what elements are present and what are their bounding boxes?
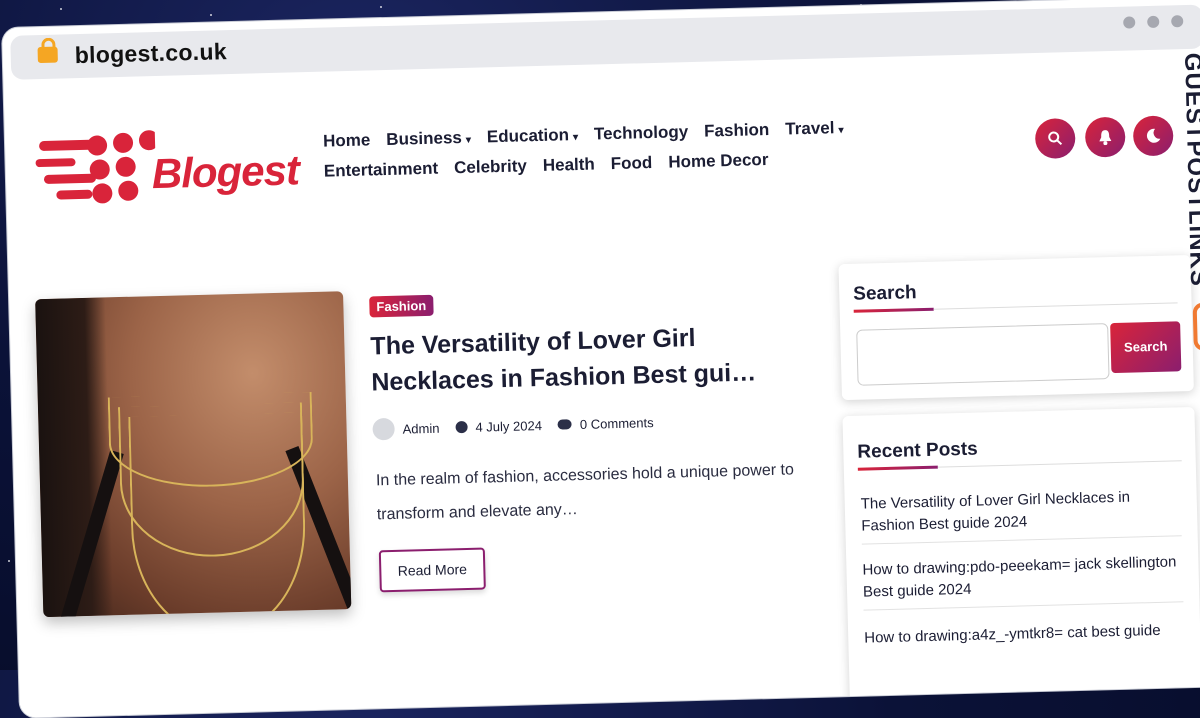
nav-item-fashion[interactable]: Fashion [704, 120, 770, 142]
nav-item-label: Technology [593, 122, 689, 144]
nav-item-home-decor[interactable]: Home Decor [668, 150, 769, 173]
comments-icon [557, 419, 573, 430]
nav-item-label: Education [486, 125, 570, 147]
search-input[interactable] [856, 323, 1110, 386]
post-category-badge[interactable]: Fashion [369, 294, 434, 318]
post-comments[interactable]: 0 Comments [580, 415, 654, 432]
nav-item-label: Celebrity [453, 156, 528, 178]
chain-link-icon [1192, 302, 1200, 351]
nav-row: Entertainment Celebrity Health Food Home Dec… [324, 147, 884, 182]
read-more-button[interactable]: Read More [378, 547, 486, 593]
lock-icon [37, 46, 58, 64]
notification-button[interactable] [1084, 116, 1126, 158]
nav-item-travel[interactable]: Travel ▾ [785, 118, 844, 140]
post-title[interactable]: The Versatility of Lover Girl Necklaces … [370, 317, 812, 400]
nav-item-label: Fashion [703, 119, 770, 141]
nav-item-label: Travel [785, 118, 835, 139]
nav-row: Home Business ▾ Education ▾ Technology Fashion… [323, 117, 883, 152]
chevron-down-icon: ▾ [572, 131, 579, 144]
moon-icon [1146, 128, 1161, 143]
search-widget-heading: Search [852, 282, 917, 305]
nav-item-health[interactable]: Health [543, 155, 595, 176]
post-date[interactable]: 4 July 2024 [475, 418, 542, 435]
site-logo[interactable]: Blogest [35, 124, 300, 211]
post-author[interactable]: Admin [402, 420, 439, 436]
nav-item-technology[interactable]: Technology [594, 122, 689, 144]
nav-item-label: Home [322, 130, 371, 151]
window-controls [1123, 15, 1184, 29]
nav-item-label: Home Decor [668, 149, 769, 172]
logo-text: Blogest [151, 146, 300, 198]
recent-post-link[interactable]: The Versatility of Lover Girl Necklaces … [860, 485, 1181, 537]
bell-icon [1099, 130, 1112, 146]
watermark-text: GUESTPOSTLINKS [1179, 52, 1200, 288]
nav-item-celebrity[interactable]: Celebrity [454, 156, 527, 178]
url-text[interactable]: blogest.co.uk [74, 38, 227, 69]
address-bar[interactable]: blogest.co.uk [10, 4, 1200, 80]
clock-icon [455, 420, 468, 434]
main-nav: Home Business ▾ Education ▾ Technology Fashion… [323, 117, 884, 192]
search-widget: Search Search [838, 254, 1194, 401]
post-excerpt: In the realm of fashion, accessories hol… [375, 461, 795, 524]
nav-item-label: Health [542, 154, 596, 175]
nav-item-business[interactable]: Business ▾ [386, 128, 471, 150]
post-thumbnail[interactable] [35, 291, 352, 618]
search-button[interactable] [1034, 117, 1076, 159]
search-icon [1048, 131, 1063, 146]
author-avatar [372, 417, 395, 441]
nav-item-home[interactable]: Home [323, 130, 371, 151]
nav-item-food[interactable]: Food [611, 153, 653, 174]
theme-toggle-button[interactable] [1132, 115, 1174, 157]
browser-window: blogest.co.uk Blogest Home Business ▾ Educa… [2, 0, 1200, 718]
chevron-down-icon: ▾ [838, 125, 844, 137]
nav-item-label: Business [386, 128, 463, 149]
recent-posts-heading: Recent Posts [857, 438, 979, 463]
recent-post-link[interactable]: How to drawing:a4z_-ymtkr8= cat best gui… [864, 619, 1184, 649]
nav-item-label: Food [610, 153, 653, 174]
nav-item-label: Entertainment [323, 158, 439, 181]
post-meta: Admin 4 July 2024 0 Comments [372, 411, 654, 441]
search-submit-button[interactable]: Search [1110, 321, 1182, 374]
chevron-down-icon: ▾ [465, 134, 472, 146]
logo-mark-icon [35, 130, 159, 204]
nav-item-entertainment[interactable]: Entertainment [324, 159, 439, 182]
recent-post-link[interactable]: How to drawing:pdo-peeekam= jack skellin… [862, 551, 1183, 603]
nav-item-education[interactable]: Education ▾ [487, 125, 579, 147]
